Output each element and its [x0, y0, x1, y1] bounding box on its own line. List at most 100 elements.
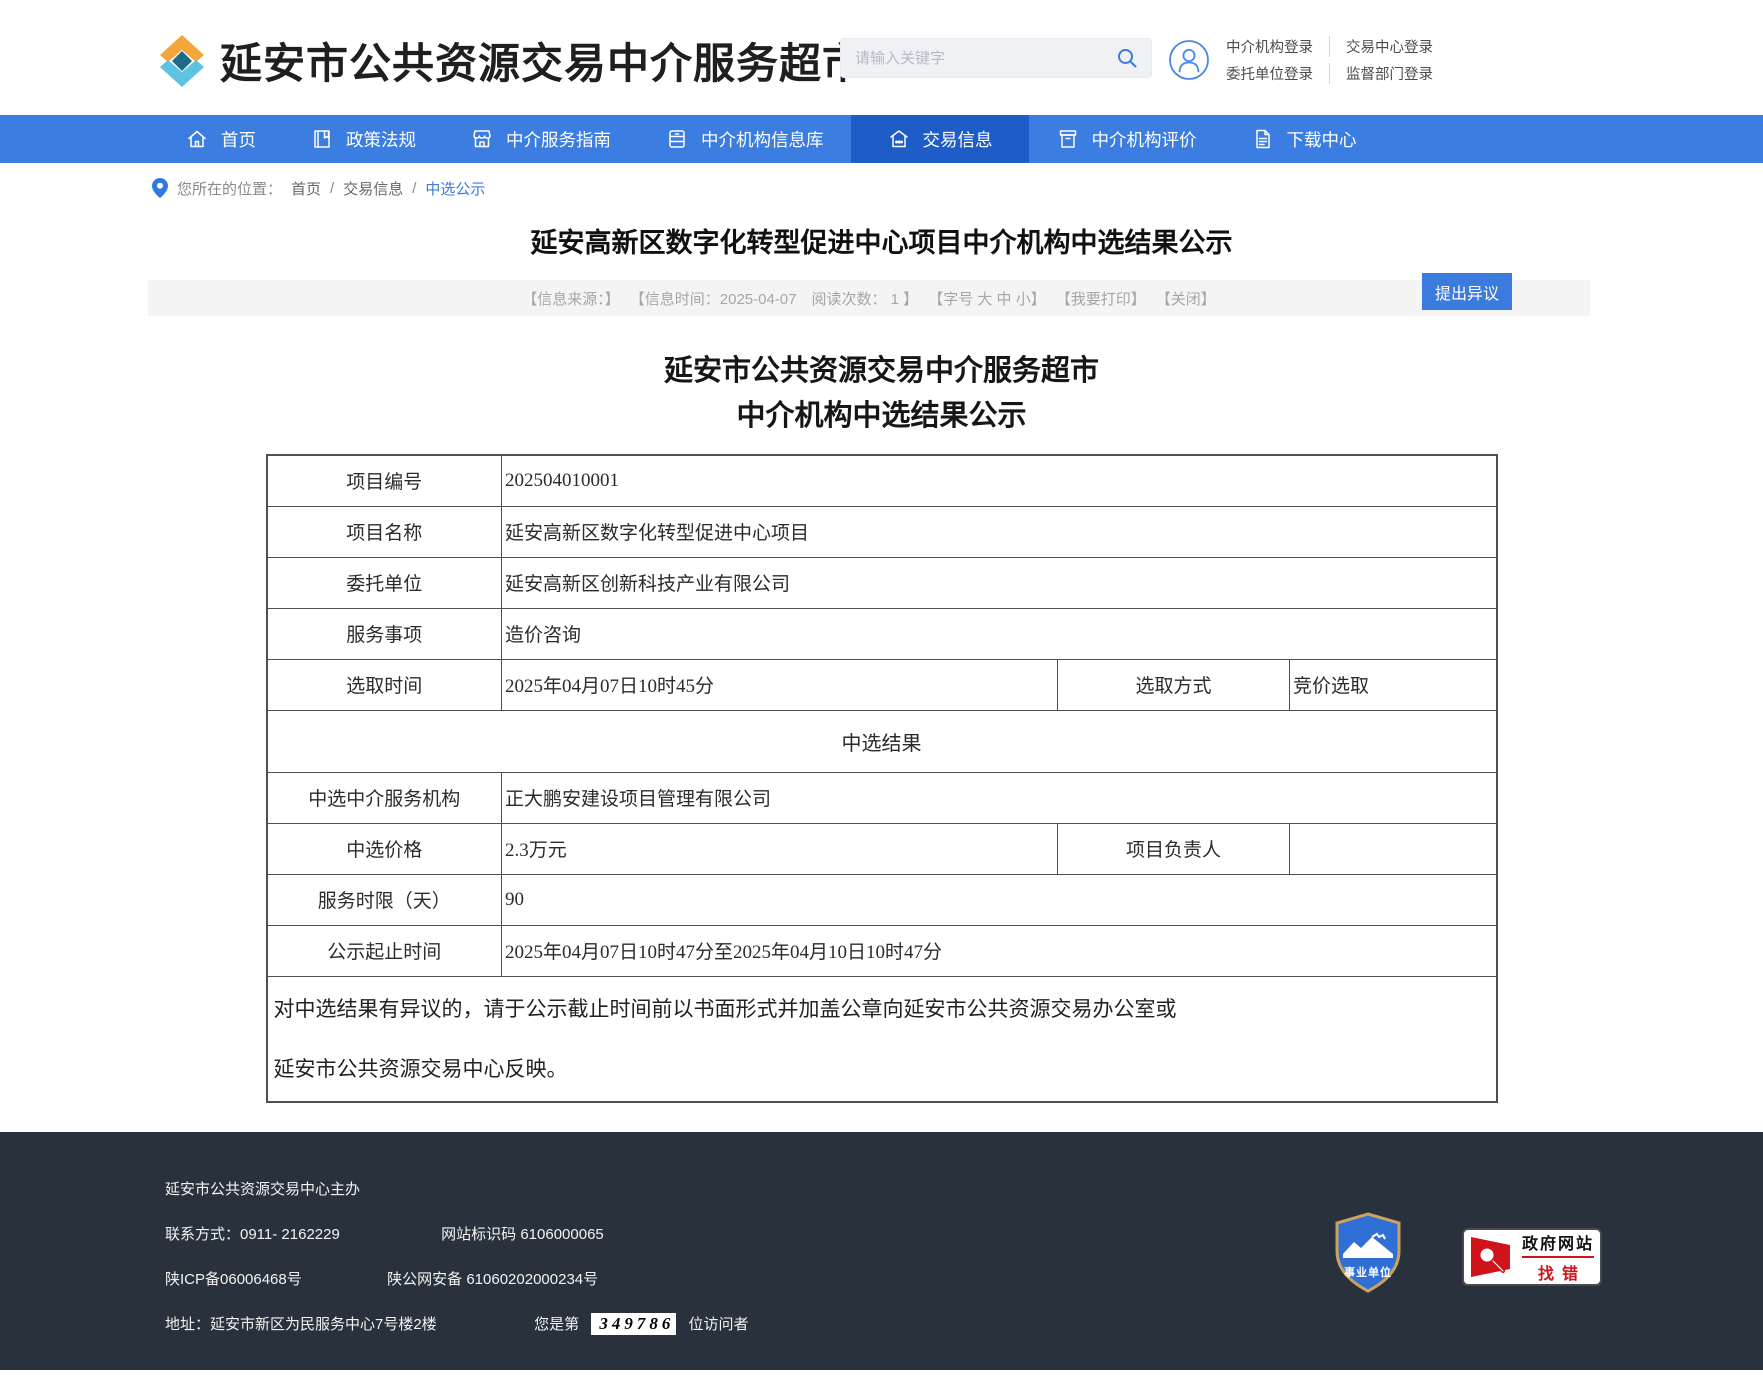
user-avatar-icon[interactable] [1168, 39, 1210, 81]
gov-site-error-report-badge[interactable]: 政府网站 找错 [1462, 1228, 1602, 1286]
public-institution-badge-label: 事业单位 [1344, 1265, 1392, 1279]
breadcrumb-current[interactable]: 中选公示 [425, 178, 485, 199]
nav-item-label: 政策法规 [346, 127, 416, 152]
login-link-supervision[interactable]: 监督部门登录 [1329, 63, 1433, 84]
error-report-badge-line1: 政府网站 [1522, 1230, 1594, 1258]
footer-organizer: 延安市公共资源交易中心主办 [165, 1178, 749, 1199]
client-label: 委托单位 [267, 557, 502, 608]
login-links: 中介机构登录 交易中心登录 委托单位登录 监督部门登录 [1226, 36, 1433, 84]
footer-info: 延安市公共资源交易中心主办 联系方式：0911- 2162229 网站标识码 6… [165, 1178, 749, 1359]
project-name-label: 项目名称 [267, 506, 502, 557]
table-row: 服务事项 造价咨询 [267, 608, 1497, 659]
service-duration-label: 服务时限（天） [267, 874, 502, 925]
project-name-value: 延安高新区数字化转型促进中心项目 [502, 506, 1497, 557]
search-input[interactable] [841, 50, 1115, 67]
select-time-label: 选取时间 [267, 659, 502, 710]
table-row: 服务时限（天） 90 [267, 874, 1497, 925]
error-report-badge-line2: 找错 [1530, 1260, 1586, 1284]
service-item-label: 服务事项 [267, 608, 502, 659]
meta-close-link[interactable]: 【关闭】 [1156, 288, 1216, 309]
breadcrumb-separator: / [330, 180, 334, 197]
nav-item-agency-database[interactable]: 中介机构信息库 [638, 115, 851, 163]
nav-item-agency-evaluation[interactable]: 中介机构评价 [1029, 115, 1224, 163]
user-area: 中介机构登录 交易中心登录 委托单位登录 监督部门登录 [1168, 36, 1433, 84]
publicity-period-label: 公示起止时间 [267, 925, 502, 976]
table-row: 对中选结果有异议的，请于公示截止时间前以书面形式并加盖公章向延安市公共资源交易办… [267, 976, 1497, 1102]
database-icon [665, 127, 689, 151]
nav-item-service-guide[interactable]: 中介服务指南 [443, 115, 638, 163]
meta-print-link[interactable]: 【我要打印】 [1056, 288, 1146, 309]
table-row: 中选结果 [267, 710, 1497, 772]
meta-font-size-control[interactable]: 【字号 大 中 小】 [928, 288, 1046, 309]
nav-item-download-center[interactable]: 下载中心 [1224, 115, 1384, 163]
table-row: 中选中介服务机构 正大鹏安建设项目管理有限公司 [267, 772, 1497, 823]
nav-item-trade-info[interactable]: 交易信息 [851, 115, 1029, 163]
table-row: 项目名称 延安高新区数字化转型促进中心项目 [267, 506, 1497, 557]
result-section-header: 中选结果 [267, 710, 1497, 772]
breadcrumb-separator: / [412, 180, 416, 197]
nav-item-policy[interactable]: 政策法规 [283, 115, 443, 163]
article-meta-bar: 【信息来源：】 【信息时间：2025-04-07 阅读次数： 1 】 【字号 大… [148, 280, 1590, 316]
service-item-value: 造价咨询 [502, 608, 1497, 659]
service-duration-value: 90 [502, 874, 1497, 925]
meta-time-views: 【信息时间：2025-04-07 阅读次数： 1 】 [630, 288, 918, 309]
main-nav: 首页 政策法规 中介服务指南 中介机构信息库 交易信息 中介机构评价 [0, 115, 1763, 163]
project-manager-value [1290, 823, 1497, 874]
search-icon[interactable] [1115, 46, 1139, 70]
footer-site-code: 网站标识码 6106000065 [441, 1226, 604, 1243]
nav-item-label: 下载中心 [1287, 127, 1357, 152]
location-pin-icon [152, 178, 168, 198]
doc-title: 延安市公共资源交易中介服务超市 中介机构中选结果公示 [0, 349, 1763, 439]
nav-item-label: 中介机构信息库 [701, 127, 824, 152]
table-row: 委托单位 延安高新区创新科技产业有限公司 [267, 557, 1497, 608]
footer-contact: 联系方式：0911- 2162229 [165, 1223, 437, 1244]
footer-address: 地址：延安市新区为民服务中心7号楼2楼 [165, 1313, 530, 1334]
nav-item-label: 中介机构评价 [1092, 127, 1197, 152]
article-title: 延安高新区数字化转型促进中心项目中介机构中选结果公示 [0, 221, 1763, 260]
select-method-value: 竞价选取 [1290, 659, 1497, 710]
breadcrumb-section[interactable]: 交易信息 [343, 178, 403, 199]
public-institution-badge[interactable]: 事业单位 [1333, 1212, 1403, 1294]
footer-police-record: 陕公网安备 61060202000234号 [387, 1271, 598, 1288]
project-manager-label: 项目负责人 [1058, 823, 1290, 874]
nav-item-label: 中介服务指南 [506, 127, 611, 152]
login-link-agency[interactable]: 中介机构登录 [1226, 36, 1313, 57]
client-value: 延安高新区创新科技产业有限公司 [502, 557, 1497, 608]
doc-title-line1: 延安市公共资源交易中介服务超市 [0, 349, 1763, 394]
breadcrumb-home[interactable]: 首页 [291, 178, 321, 199]
site-logo-icon [158, 35, 206, 87]
search-box [840, 38, 1152, 78]
objection-button[interactable]: 提出异议 [1422, 273, 1512, 310]
login-link-client[interactable]: 委托单位登录 [1226, 63, 1313, 84]
visitor-counter-prefix: 您是第 [534, 1316, 579, 1333]
meta-source: 【信息来源：】 [522, 288, 620, 309]
archive-icon [1056, 127, 1080, 151]
table-row: 公示起止时间 2025年04月07日10时47分至2025年04月10日10时4… [267, 925, 1497, 976]
nav-item-label: 交易信息 [923, 127, 993, 152]
winner-label: 中选中介服务机构 [267, 772, 502, 823]
price-label: 中选价格 [267, 823, 502, 874]
project-no-label: 项目编号 [267, 455, 502, 506]
breadcrumb: 您所在的位置： 首页 / 交易信息 / 中选公示 [0, 163, 1763, 213]
login-link-trade-center[interactable]: 交易中心登录 [1329, 36, 1433, 57]
table-row: 中选价格 2.3万元 项目负责人 [267, 823, 1497, 874]
breadcrumb-prefix: 您所在的位置： [177, 178, 282, 199]
book-icon [310, 127, 334, 151]
objection-note: 对中选结果有异议的，请于公示截止时间前以书面形式并加盖公章向延安市公共资源交易办… [267, 976, 1497, 1102]
visitor-counter-suffix: 位访问者 [689, 1316, 749, 1333]
site-title: 延安市公共资源交易中介服务超市 [220, 30, 865, 91]
doc-title-line2: 中介机构中选结果公示 [0, 394, 1763, 439]
site-footer: 延安市公共资源交易中心主办 联系方式：0911- 2162229 网站标识码 6… [0, 1132, 1763, 1370]
select-method-label: 选取方式 [1058, 659, 1290, 710]
footer-icp: 陕ICP备06006468号 [165, 1268, 383, 1289]
table-row: 选取时间 2025年04月07日10时45分 选取方式 竞价选取 [267, 659, 1497, 710]
download-doc-icon [1251, 127, 1275, 151]
site-header: 延安市公共资源交易中介服务超市 中介机构登录 交易中心登录 委托单位登录 监督部… [0, 0, 1763, 115]
nav-item-home[interactable]: 首页 [158, 115, 283, 163]
error-report-magnifier-icon [1470, 1236, 1514, 1278]
visitor-counter: 349786 [591, 1313, 676, 1335]
project-no-value: 202504010001 [502, 455, 1497, 506]
select-time-value: 2025年04月07日10时45分 [502, 659, 1058, 710]
objection-note-line2: 延安市公共资源交易中心反映。 [274, 1039, 1490, 1099]
site-logo[interactable]: 延安市公共资源交易中介服务超市 [158, 30, 865, 91]
